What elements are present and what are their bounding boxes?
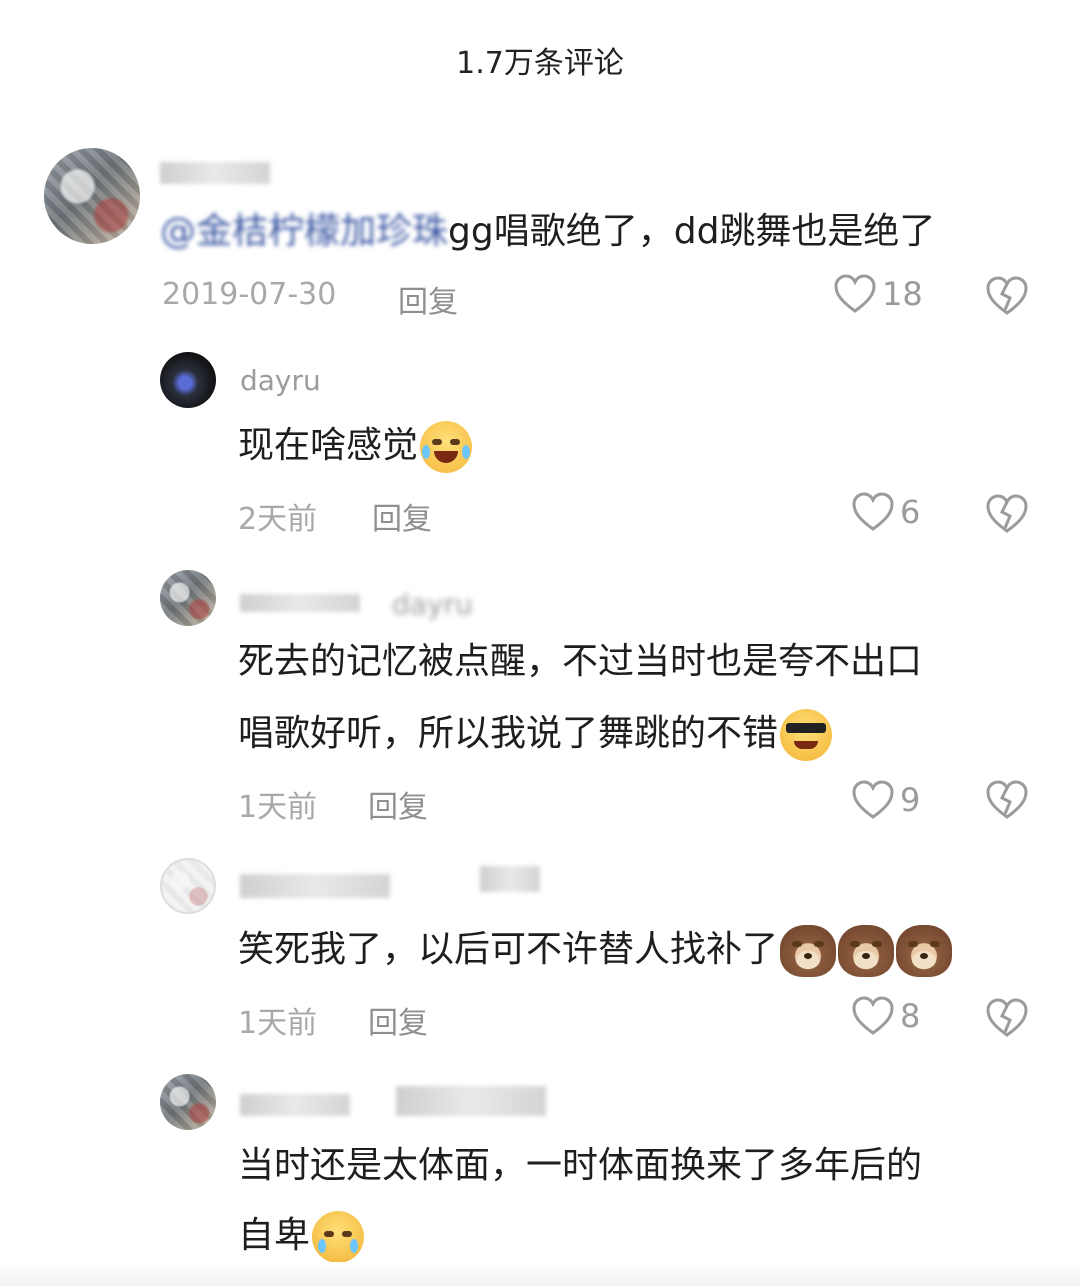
comment-line: 死去的记忆被点醒，不过当时也是夸不出口 [238, 641, 923, 682]
comment-text: 笑死我了，以后可不许替人找补了 [238, 918, 953, 982]
reply-button[interactable]: 回复 [372, 494, 432, 538]
heart-icon [852, 492, 894, 531]
reply-button[interactable]: 回复 [368, 998, 428, 1042]
dislike-button[interactable] [986, 276, 1028, 316]
like-count: 18 [882, 275, 923, 313]
username-masked[interactable] [160, 162, 270, 184]
avatar[interactable] [160, 1074, 216, 1130]
broken-heart-icon [986, 494, 1028, 533]
username-masked [480, 866, 540, 892]
broken-heart-icon [986, 780, 1028, 819]
bear-icon [780, 925, 837, 977]
username-masked[interactable] [240, 594, 360, 612]
like-button[interactable]: 8 [852, 996, 920, 1036]
dislike-button[interactable] [986, 780, 1028, 820]
comment-date: 2天前 [238, 502, 318, 537]
broken-heart-icon [986, 276, 1028, 315]
username-masked[interactable] [240, 1094, 350, 1116]
heart-icon [834, 274, 876, 313]
username-masked [396, 1086, 546, 1116]
avatar[interactable] [44, 148, 140, 244]
comment-line: 当时还是太体面，一时体面换来了多年后的 [238, 1145, 923, 1186]
like-button[interactable]: 9 [852, 780, 920, 820]
like-count: 8 [900, 997, 921, 1035]
heart-icon [852, 996, 894, 1035]
reply-to-username[interactable]: dayru [392, 588, 473, 621]
bear-icon [896, 925, 953, 977]
comment-date: 1天前 [238, 1006, 318, 1041]
like-count: 6 [900, 493, 921, 531]
comment-text: @金桔柠檬加珍珠gg唱歌绝了，dd跳舞也是绝了 [160, 211, 936, 252]
bear-icon [838, 925, 895, 977]
broken-heart-icon [986, 998, 1028, 1037]
bottom-edge [0, 1262, 1080, 1286]
cry-laugh-icon [420, 421, 473, 473]
reply-button[interactable]: 回复 [398, 277, 458, 321]
comment-date: 1天前 [238, 790, 318, 825]
like-button[interactable]: 18 [834, 274, 923, 314]
mention-link[interactable]: @金桔柠檬加珍珠 [160, 211, 448, 252]
heart-icon [852, 780, 894, 819]
sad-tear-icon [312, 1211, 365, 1263]
comment-date: 2019-07-30 [162, 277, 337, 312]
reply-button[interactable]: 回复 [368, 782, 428, 826]
avatar[interactable] [160, 570, 216, 626]
like-count: 9 [900, 781, 921, 819]
comment-text: 自卑 [238, 1204, 365, 1268]
dislike-button[interactable] [986, 494, 1028, 534]
comment-text: 唱歌好听，所以我说了舞跳的不错 [238, 702, 833, 766]
avatar[interactable] [160, 352, 216, 408]
username-masked[interactable] [240, 874, 390, 898]
dislike-button[interactable] [986, 998, 1028, 1038]
comments-count-title: 1.7万条评论 [456, 46, 624, 81]
like-button[interactable]: 6 [852, 492, 920, 532]
username[interactable]: dayru [240, 364, 321, 397]
sunglasses-icon [780, 709, 833, 761]
avatar[interactable] [160, 858, 216, 914]
comment-text: 现在啥感觉 [238, 414, 473, 478]
